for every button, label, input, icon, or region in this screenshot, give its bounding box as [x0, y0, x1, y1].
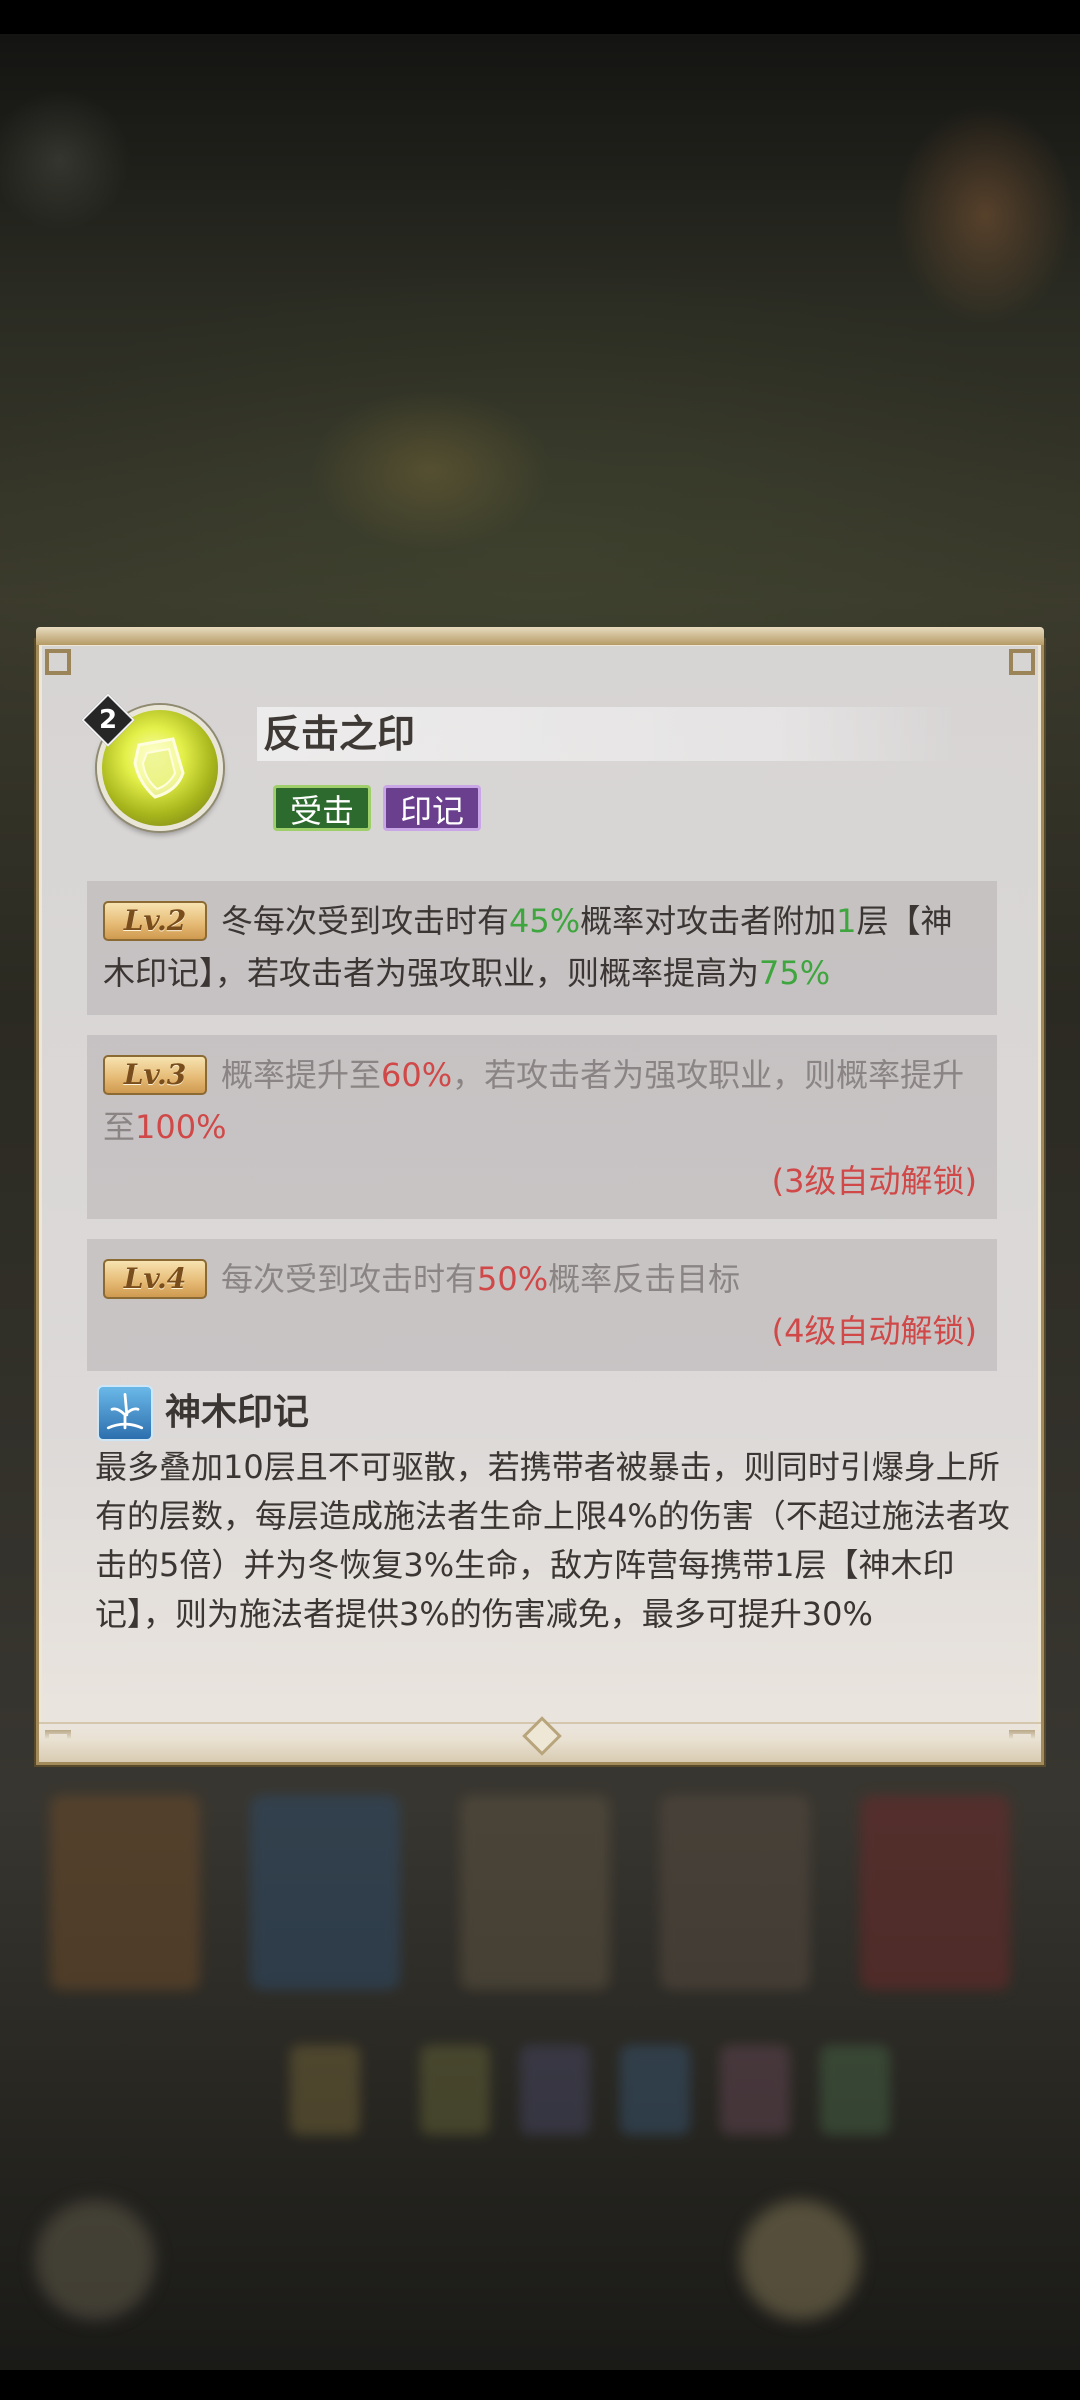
- bg-hero-card: [660, 1795, 810, 1990]
- level-2-description: 冬每次受到攻击时有45%概率对攻击者附加1层【神木印记】，若攻击者为强攻职业，则…: [103, 895, 981, 999]
- tree-mark-icon: [97, 1385, 153, 1441]
- level-3-unlock-note: (3级自动解锁): [771, 1162, 977, 1200]
- level-2-row: Lv.2 冬每次受到攻击时有45%概率对攻击者附加1层【神木印记】，若攻击者为强…: [87, 881, 997, 1015]
- text-segment: 冬每次受到攻击时有: [221, 902, 510, 940]
- status-bar: [0, 0, 1080, 34]
- effect-title: 神木印记: [165, 1392, 310, 1433]
- level-4-description: 每次受到攻击时有50%概率反击目标: [103, 1253, 981, 1305]
- text-segment: 50%: [477, 1260, 549, 1298]
- corner-ornament: [1009, 649, 1035, 675]
- level-4-row: Lv.4 每次受到攻击时有50%概率反击目标 (4级自动解锁): [87, 1239, 997, 1371]
- effect-description: 最多叠加10层且不可驱散，若携带者被暴击，则同时引爆身上所有的层数，每层造成施法…: [95, 1448, 1010, 1633]
- text-segment: 45%: [509, 902, 581, 940]
- bg-gem: [820, 2045, 890, 2135]
- bg-hero-card: [50, 1795, 200, 1990]
- text-segment: 每次受到攻击时有: [221, 1260, 478, 1298]
- corner-ornament: [45, 649, 71, 675]
- text-segment: 概率对攻击者附加: [580, 902, 837, 940]
- text-segment: 60%: [381, 1056, 453, 1094]
- text-segment: 概率反击目标: [548, 1260, 741, 1298]
- bg-hero-card: [860, 1795, 1010, 1990]
- bg-gem: [290, 2045, 360, 2135]
- skill-title: 反击之印: [263, 712, 416, 756]
- shield-icon: [133, 737, 185, 799]
- level-3-row: Lv.3 概率提升至60%，若攻击者为强攻职业，则概率提升至100% (3级自动…: [87, 1035, 997, 1219]
- panel-top-frame: [36, 627, 1044, 645]
- skill-level-number: 2: [98, 705, 118, 735]
- nav-bar: [0, 2370, 1080, 2400]
- text-segment: 100%: [135, 1108, 227, 1146]
- bg-gem: [420, 2045, 490, 2135]
- bg-gem: [620, 2045, 690, 2135]
- skill-tag-mark: 印记: [383, 785, 482, 831]
- bg-gem: [520, 2045, 590, 2135]
- bg-nav-button: [35, 2200, 155, 2320]
- text-segment: 1: [836, 902, 857, 940]
- bg-nav-button: [740, 2200, 860, 2320]
- bg-hero-card: [250, 1795, 400, 1990]
- skill-tag-hit: 受击: [273, 785, 372, 831]
- text-segment: 概率提升至: [221, 1056, 382, 1094]
- bg-hero-card: [460, 1795, 610, 1990]
- bg-gem: [720, 2045, 790, 2135]
- level-4-unlock-note: (4级自动解锁): [771, 1312, 977, 1350]
- level-3-description: 概率提升至60%，若攻击者为强攻职业，则概率提升至100%: [103, 1049, 981, 1153]
- skill-detail-popup[interactable]: 2 反击之印 受击 印记 Lv.2 冬每次受到攻击时有45%概率对攻击者附加1层…: [36, 627, 1044, 1765]
- text-segment: 75%: [759, 954, 831, 992]
